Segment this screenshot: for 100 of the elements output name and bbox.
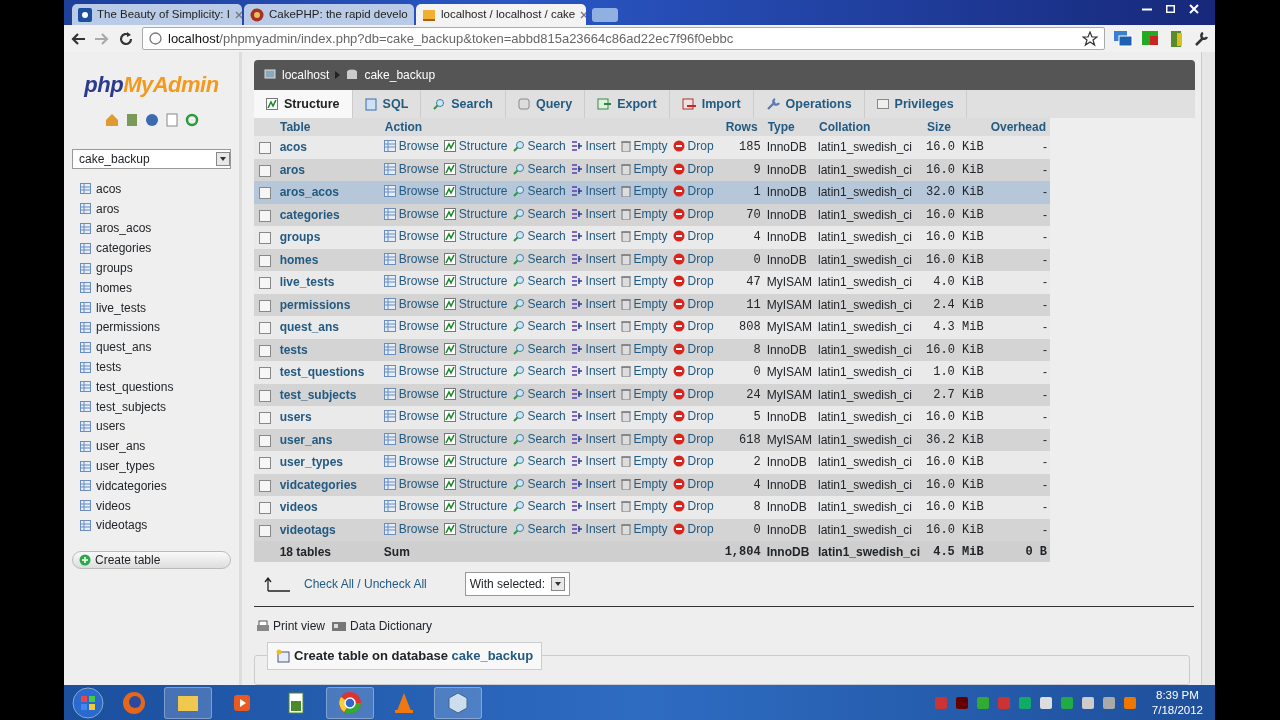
action-link[interactable]: Empty [620,497,668,516]
action-link[interactable]: Empty [620,294,668,313]
action-link[interactable]: Browse [383,249,439,268]
action-link[interactable]: Empty [620,384,668,403]
action-link[interactable]: Drop [672,497,714,516]
sidebar-table-link[interactable]: user_ans [72,436,231,457]
sidebar-table-link[interactable]: user_types [72,456,231,476]
action-link[interactable]: Insert [570,384,616,403]
sidebar-table-link[interactable]: homes [72,278,231,298]
action-link[interactable]: Structure [443,474,508,493]
action-link[interactable]: Search [512,249,566,268]
sidebar-table-link[interactable]: videos [72,495,231,516]
action-link[interactable]: Empty [620,452,668,471]
action-link[interactable]: Insert [570,317,616,336]
table-name-link[interactable]: live_tests [276,271,381,294]
action-link[interactable]: Drop [672,407,714,426]
action-link[interactable]: Browse [383,182,439,201]
action-link[interactable]: Drop [672,137,714,156]
action-link[interactable]: Structure [443,362,508,381]
action-link[interactable]: Empty [620,204,668,223]
action-link[interactable]: Structure [443,227,508,246]
action-link[interactable]: Browse [383,497,439,516]
taskbar-button[interactable] [326,686,374,719]
action-link[interactable]: Drop [672,339,714,358]
action-link[interactable]: Browse [383,407,439,426]
action-link[interactable]: Search [512,497,566,516]
action-link[interactable]: Insert [570,159,616,178]
action-link[interactable]: Insert [570,249,616,268]
table-name-link[interactable]: groups [276,226,381,249]
action-link[interactable]: Structure [443,317,508,336]
action-link[interactable]: Drop [672,384,714,403]
action-link[interactable]: Drop [672,227,714,246]
taskbar-button[interactable] [434,686,482,719]
action-link[interactable]: Empty [620,474,668,493]
action-link[interactable]: Search [512,137,566,156]
action-link[interactable]: Search [512,339,566,358]
checkbox[interactable] [259,524,272,537]
with-selected-select[interactable]: With selected: [464,572,571,596]
checkbox[interactable] [259,412,272,425]
action-link[interactable]: Search [512,519,566,538]
checkbox[interactable] [259,434,272,447]
checkbox[interactable] [259,367,272,380]
action-link[interactable]: Insert [570,294,616,313]
breadcrumb-link[interactable]: cake_backup [364,66,436,84]
table-name-link[interactable]: videos [276,496,381,519]
action-link[interactable]: Drop [672,474,714,493]
action-link[interactable]: Structure [443,294,508,313]
action-link[interactable]: Empty [620,159,668,178]
check-all-link[interactable]: Check All / Uncheck All [304,575,427,593]
action-link[interactable]: Structure [443,519,508,538]
link[interactable]: Print view [256,617,325,635]
action-link[interactable]: Search [512,227,566,246]
action-link[interactable]: Browse [383,204,439,223]
sidebar-table-link[interactable]: categories [72,238,231,259]
checkbox[interactable] [259,277,272,290]
action-link[interactable]: Structure [443,429,508,448]
action-link[interactable]: Browse [383,227,439,246]
action-link[interactable]: Drop [672,429,714,448]
sidebar-table-link[interactable]: acos [72,179,231,199]
table-name-link[interactable]: acos [276,136,381,159]
action-link[interactable]: Insert [570,182,616,201]
action-link[interactable]: Empty [620,339,668,358]
action-link[interactable]: Insert [570,452,616,471]
action-link[interactable]: Drop [672,159,714,178]
action-link[interactable]: Structure [443,137,508,156]
action-link[interactable]: Structure [443,452,508,471]
link[interactable]: Data Dictionary [331,617,433,635]
action-link[interactable]: Browse [383,159,439,178]
action-link[interactable]: Empty [620,429,668,448]
action-link[interactable]: Structure [443,249,508,268]
action-link[interactable]: Browse [383,272,439,291]
database-select[interactable]: cake_backup [72,149,231,169]
action-link[interactable]: Insert [570,227,616,246]
action-link[interactable]: Browse [383,452,439,471]
checkbox[interactable] [259,389,272,402]
action-link[interactable]: Browse [383,317,439,336]
checkbox[interactable] [259,232,272,245]
create-table-button[interactable]: Create table [72,551,231,570]
action-link[interactable]: Insert [570,272,616,291]
action-link[interactable]: Drop [672,452,714,471]
action-link[interactable]: Empty [620,272,668,291]
column-header[interactable]: Table [254,118,381,136]
action-link[interactable]: Drop [672,519,714,538]
checkbox[interactable] [259,299,272,312]
table-name-link[interactable]: test_questions [276,361,381,384]
action-link[interactable]: Search [512,362,566,381]
action-link[interactable]: Search [512,204,566,223]
action-link[interactable]: Drop [672,204,714,223]
action-link[interactable]: Empty [620,519,668,538]
action-link[interactable]: Drop [672,182,714,201]
checkbox[interactable] [259,457,272,470]
action-link[interactable]: Search [512,294,566,313]
action-link[interactable]: Drop [672,272,714,291]
action-link[interactable]: Browse [383,339,439,358]
breadcrumb-link[interactable]: localhost [282,66,330,84]
checkbox[interactable] [259,254,272,267]
checkbox[interactable] [259,187,272,200]
taskbar-button[interactable] [164,686,212,719]
action-link[interactable]: Insert [570,497,616,516]
sidebar-table-link[interactable]: vidcategories [72,475,231,496]
